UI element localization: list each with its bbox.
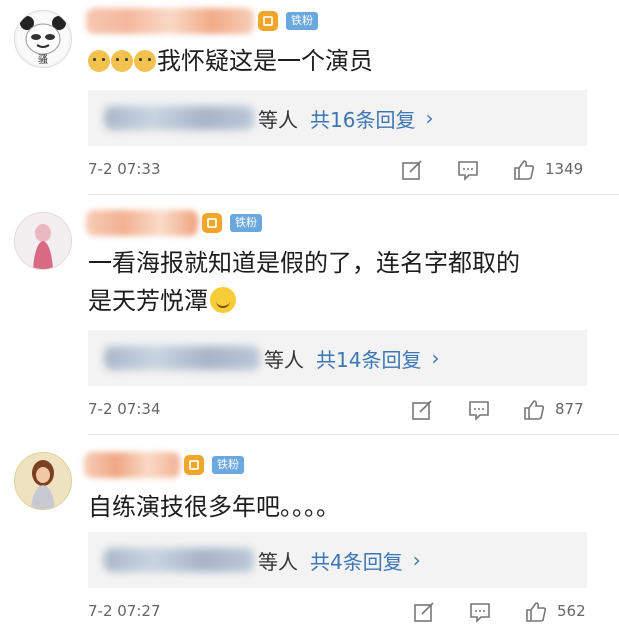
dog-emoji: [134, 50, 156, 72]
avatar[interactable]: [14, 452, 72, 510]
reply-users-redacted: [104, 346, 260, 370]
dog-emoji: [88, 50, 110, 72]
avatar[interactable]: [14, 212, 72, 270]
comment-text-line-2: 是天芳悦潭: [88, 287, 208, 315]
username-redacted[interactable]: [86, 210, 198, 236]
edit-icon[interactable]: [412, 600, 436, 624]
like-icon[interactable]: [512, 158, 536, 182]
chevron-right-icon: ›: [412, 548, 421, 572]
reply-count-link[interactable]: 共4条回复: [310, 546, 403, 575]
reply-count-link[interactable]: 共16条回复: [310, 104, 415, 133]
reply-deng: 等人: [258, 107, 298, 132]
comment-icon[interactable]: [467, 398, 491, 422]
comment-meta: 7-2 07:27 562: [88, 598, 618, 628]
comment-meta: 7-2 07:33 1349: [88, 156, 618, 186]
timestamp: 7-2 07:27: [88, 602, 161, 620]
reply-preview[interactable]: 等人 共16条回复 ›: [88, 90, 587, 146]
comment-text: 我怀疑这是一个演员: [88, 42, 373, 80]
comment-icon[interactable]: [468, 600, 492, 624]
reply-deng: 等人: [258, 549, 298, 574]
grin-emoji: [210, 287, 236, 313]
divider: [88, 194, 619, 195]
avatar-image: [15, 213, 71, 269]
fan-badge: 铁粉: [286, 12, 318, 30]
chevron-right-icon: ›: [425, 106, 434, 130]
avatar[interactable]: 骚: [14, 10, 72, 68]
reply-preview[interactable]: 等人 共4条回复 ›: [88, 532, 587, 588]
like-count: 877: [555, 400, 584, 418]
like-count: 562: [557, 602, 586, 620]
like-icon[interactable]: [524, 600, 548, 624]
avatar-caption: 骚: [38, 55, 48, 66]
gold-badge-icon: [184, 455, 204, 475]
reply-deng: 等人: [264, 347, 304, 372]
reply-count-link[interactable]: 共14条回复: [316, 344, 421, 373]
comment-text: 是天芳悦潭: [88, 282, 236, 320]
username-redacted[interactable]: [84, 452, 180, 478]
comment-text-content: 我怀疑这是一个演员: [157, 47, 373, 75]
reply-preview[interactable]: 等人 共14条回复 ›: [88, 330, 587, 386]
dog-emoji: [111, 50, 133, 72]
comment-text: 一看海报就知道是假的了，连名字都取的: [88, 244, 520, 282]
fan-badge: 铁粉: [230, 214, 262, 232]
comment-text-content: 自练演技很多年吧。。。。: [88, 493, 340, 521]
comment-text-line-1: 一看海报就知道是假的了，连名字都取的: [88, 249, 520, 277]
comment-text: 自练演技很多年吧。。。。: [88, 488, 340, 526]
avatar-image: [15, 453, 71, 509]
like-icon[interactable]: [522, 398, 546, 422]
reply-users-redacted: [104, 106, 254, 130]
gold-badge-icon: [202, 213, 222, 233]
fan-badge: 铁粉: [212, 456, 244, 474]
reply-users-redacted: [104, 548, 254, 572]
timestamp: 7-2 07:34: [88, 400, 161, 418]
divider: [88, 434, 619, 435]
like-count: 1349: [545, 160, 584, 178]
comment-icon[interactable]: [456, 158, 480, 182]
username-redacted[interactable]: [86, 8, 254, 34]
comment-meta: 7-2 07:34 877: [88, 396, 618, 426]
username-row: 铁粉: [84, 452, 244, 478]
gold-badge-icon: [258, 11, 278, 31]
username-row: 铁粉: [86, 8, 318, 34]
edit-icon[interactable]: [410, 398, 434, 422]
edit-icon[interactable]: [400, 158, 424, 182]
timestamp: 7-2 07:33: [88, 160, 161, 178]
username-row: 铁粉: [86, 210, 262, 236]
chevron-right-icon: ›: [431, 346, 440, 370]
